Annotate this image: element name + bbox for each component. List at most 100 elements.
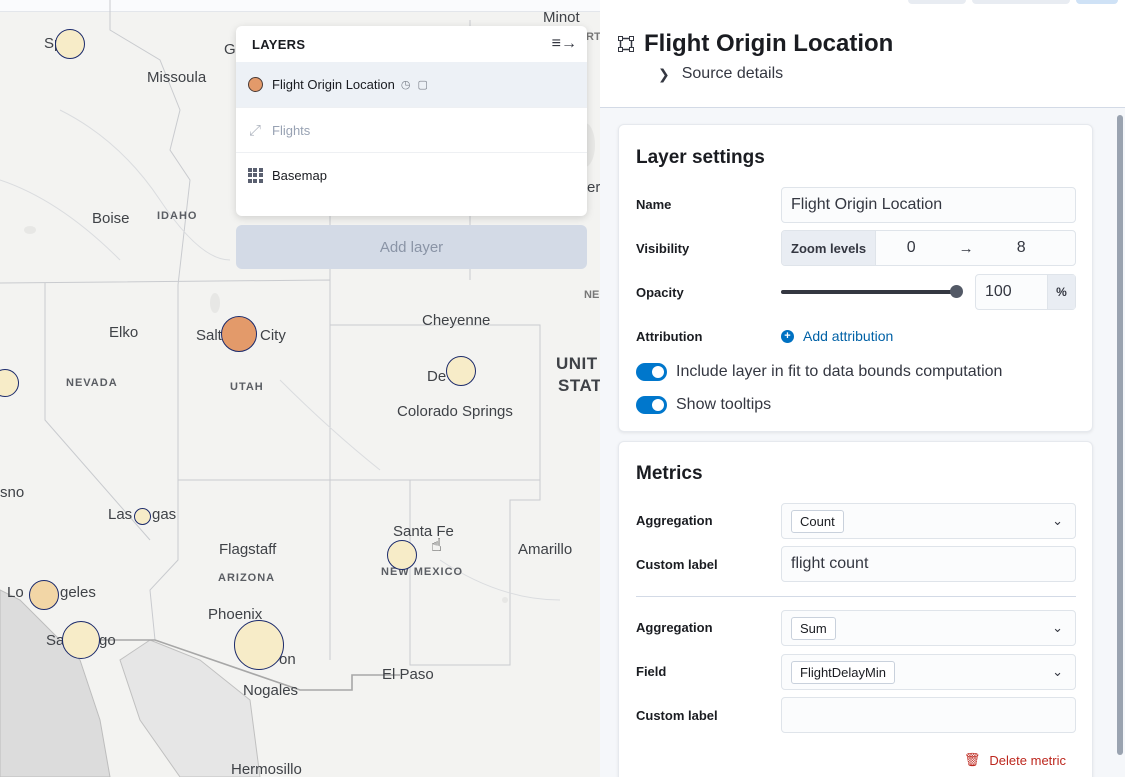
toolbar-button[interactable] bbox=[1076, 0, 1118, 4]
map-label-cheyenne: Cheyenne bbox=[422, 312, 491, 329]
top-toolbar bbox=[908, 0, 1118, 4]
map-label-geles: geles bbox=[60, 584, 96, 601]
map-label-arizona: ARIZONA bbox=[218, 572, 276, 584]
editor-scroll-area[interactable]: Layer settings Name Flight Origin Locati… bbox=[600, 108, 1125, 777]
opacity-value: 100 bbox=[985, 283, 1012, 300]
toolbar-button[interactable] bbox=[908, 0, 966, 4]
map-label-elko: Elko bbox=[109, 324, 139, 341]
plus-circle-icon: + bbox=[781, 329, 794, 343]
trash-icon: 🗑 bbox=[963, 752, 981, 767]
map-label-utah: UTAH bbox=[230, 381, 264, 393]
add-layer-button[interactable]: Add layer bbox=[236, 225, 587, 269]
map-label-flagstaff: Flagstaff bbox=[219, 541, 277, 558]
metrics-heading: Metrics bbox=[636, 463, 703, 484]
aggregation-select[interactable]: Count ⌄ bbox=[781, 503, 1076, 539]
layer-item-flights[interactable]: ⤢ Flights bbox=[236, 107, 587, 152]
layer-item-label: Flights bbox=[272, 122, 311, 138]
aggregation-select[interactable]: Sum ⌄ bbox=[781, 610, 1076, 646]
pointer-hand-icon: ☝ bbox=[431, 535, 442, 555]
aggregation-label: Aggregation bbox=[636, 513, 713, 528]
percent-unit: % bbox=[1047, 275, 1075, 309]
layers-panel: LAYERS ≡→ Flight Origin Location ◷ ▢ ⤢ F… bbox=[236, 26, 587, 216]
map-label-santa-fe: Santa Fe bbox=[393, 523, 454, 540]
chevron-down-icon: ⌄ bbox=[1052, 513, 1063, 528]
source-details-label: Source details bbox=[681, 65, 784, 82]
opacity-slider-track[interactable] bbox=[781, 290, 956, 294]
source-details-toggle[interactable]: ❯ Source details bbox=[658, 65, 783, 83]
add-attribution-button[interactable]: + Add attribution bbox=[781, 328, 893, 344]
grid-icon bbox=[246, 166, 264, 184]
circle-swatch-icon bbox=[246, 76, 264, 94]
aggregation-value: Count bbox=[791, 509, 844, 533]
map-label-boise: Boise bbox=[92, 210, 130, 227]
map-label-states: STAT bbox=[558, 376, 600, 395]
map-label-new-mexico: NEW MEXICO bbox=[381, 566, 464, 578]
map-label-ne: NE bbox=[584, 289, 600, 301]
map-label-g: G bbox=[224, 41, 236, 58]
map-label-united: UNIT bbox=[556, 354, 598, 373]
map-label-minot: Minot bbox=[543, 9, 580, 26]
aggregation-value: Sum bbox=[791, 616, 836, 640]
map-label-er: er bbox=[587, 179, 600, 196]
custom-label-input[interactable] bbox=[781, 697, 1076, 733]
map-label-denver: De bbox=[427, 368, 447, 385]
scrollbar-thumb[interactable] bbox=[1117, 115, 1123, 755]
map-label-nogales: Nogales bbox=[243, 682, 299, 699]
opacity-label: Opacity bbox=[636, 285, 684, 300]
zoom-levels-prefix: Zoom levels bbox=[782, 231, 877, 265]
map-label-go: go bbox=[99, 632, 116, 649]
layers-header: LAYERS ≡→ bbox=[236, 26, 587, 62]
map-label-nevada: NEVADA bbox=[66, 377, 118, 389]
custom-label-input[interactable]: flight count bbox=[781, 546, 1076, 582]
map-bubble-denver[interactable] bbox=[446, 356, 476, 386]
bounding-box-icon bbox=[618, 36, 634, 52]
map-bubble-las-vegas[interactable] bbox=[134, 508, 151, 525]
custom-label-value: flight count bbox=[791, 555, 869, 572]
layer-item-basemap[interactable]: Basemap bbox=[236, 152, 587, 197]
name-label: Name bbox=[636, 197, 672, 212]
map-label-hermosillo: Hermosillo bbox=[231, 761, 302, 777]
fit-bounds-toggle[interactable] bbox=[636, 363, 667, 381]
map-label-lo: Lo bbox=[7, 584, 24, 601]
arrow-right-icon: → bbox=[958, 239, 974, 257]
metric-divider bbox=[636, 596, 1076, 597]
collapse-icon[interactable]: ≡→ bbox=[552, 35, 577, 53]
layer-status-icons: ◷ ▢ bbox=[400, 79, 430, 91]
chevron-down-icon: ⌄ bbox=[1052, 620, 1063, 635]
opacity-slider-thumb[interactable] bbox=[950, 285, 963, 298]
visibility-label: Visibility bbox=[636, 241, 690, 256]
map-bubble-los-angeles[interactable] bbox=[29, 580, 59, 610]
map-label-missoula: Missoula bbox=[147, 69, 207, 86]
field-select[interactable]: FlightDelayMin ⌄ bbox=[781, 654, 1076, 690]
name-input[interactable]: Flight Origin Location bbox=[781, 187, 1076, 223]
map-bubble-san-diego[interactable] bbox=[62, 621, 100, 659]
map-label-amarillo: Amarillo bbox=[518, 541, 573, 558]
tooltips-toggle[interactable] bbox=[636, 396, 667, 414]
opacity-input[interactable]: 100 % bbox=[975, 274, 1076, 310]
map-label-el-paso: El Paso bbox=[382, 666, 434, 683]
map-bubble-salt-lake-city[interactable] bbox=[221, 316, 257, 352]
chevron-right-icon: ❯ bbox=[658, 65, 670, 82]
map-bubble-spokane[interactable] bbox=[55, 29, 85, 59]
map-label-fresno: sno bbox=[0, 484, 25, 501]
tooltips-toggle-label: Show tooltips bbox=[676, 396, 772, 413]
field-value: FlightDelayMin bbox=[791, 660, 895, 684]
scrollbar[interactable] bbox=[1117, 115, 1123, 777]
layer-settings-heading: Layer settings bbox=[636, 147, 765, 168]
delete-metric-button[interactable]: 🗑 Delete metric bbox=[964, 752, 1066, 768]
metrics-card: Metrics Aggregation Count ⌄ Custom label… bbox=[618, 441, 1093, 777]
zoom-range-input[interactable]: Zoom levels 0 → 8 bbox=[781, 230, 1076, 266]
map-bubble-albuquerque[interactable] bbox=[387, 540, 417, 570]
map-label-idaho: IDAHO bbox=[157, 210, 198, 222]
toolbar-button[interactable] bbox=[972, 0, 1070, 4]
layer-item-flight-origin-location[interactable]: Flight Origin Location ◷ ▢ bbox=[236, 62, 587, 107]
fit-bounds-toggle-label: Include layer in fit to data bounds comp… bbox=[676, 363, 1003, 380]
zoom-max-value[interactable]: 8 bbox=[986, 239, 1056, 257]
zoom-min-value[interactable]: 0 bbox=[876, 239, 946, 257]
layer-item-label: Flight Origin Location bbox=[272, 77, 395, 92]
layer-settings-card: Layer settings Name Flight Origin Locati… bbox=[618, 124, 1093, 432]
map-bubble-tucson[interactable] bbox=[234, 620, 284, 670]
tooltips-toggle-row: Show tooltips bbox=[636, 396, 771, 414]
attribution-label: Attribution bbox=[636, 329, 703, 344]
chevron-down-icon: ⌄ bbox=[1052, 664, 1063, 679]
